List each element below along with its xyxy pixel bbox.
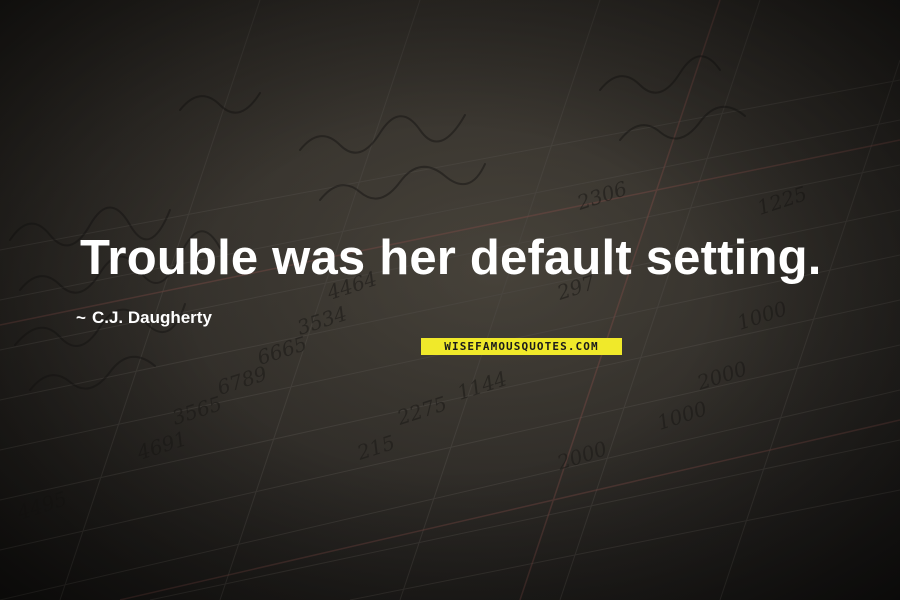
watermark-badge: WISEFAMOUSQUOTES.COM [421,338,622,355]
author-name: C.J. Daugherty [91,308,212,327]
quote-text: Trouble was her default setting. [80,231,822,285]
quote-card: 4464 3534 6665 6789 3565 4691 1144 2275 … [0,0,900,600]
quote-author: ~ C.J. Daugherty [76,306,212,330]
author-prefix: ~ [76,308,86,327]
vignette-overlay [0,0,900,600]
